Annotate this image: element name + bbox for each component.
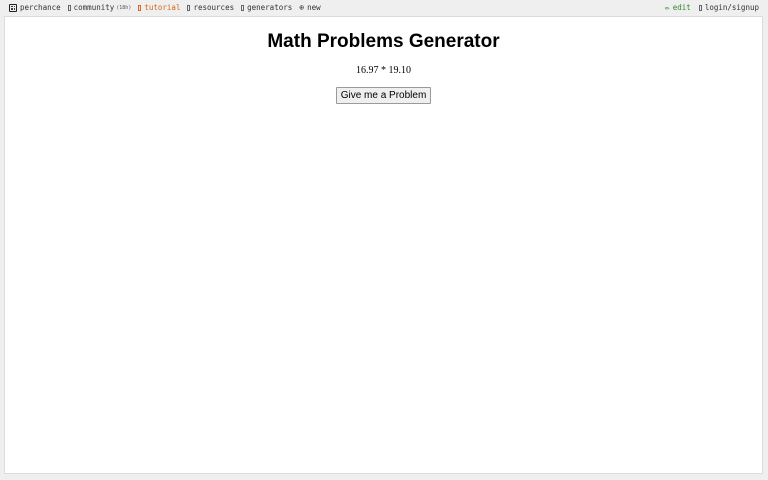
nav-tutorial-label: tutorial: [144, 3, 181, 12]
generator-output-frame: Math Problems Generator 16.97 * 19.10 Gi…: [4, 16, 763, 474]
nav-edit-link[interactable]: ✏ edit: [665, 3, 691, 12]
nav-community-label: community: [73, 3, 115, 12]
page-title: Math Problems Generator: [267, 31, 500, 52]
nav-login-link[interactable]: login/signup: [698, 3, 759, 12]
top-navigation-bar: perchance community (18h) tutorial resou…: [0, 0, 768, 17]
dice-icon: [9, 3, 17, 12]
math-problem-text: 16.97 * 19.10: [356, 65, 411, 76]
nav-home-link[interactable]: perchance: [9, 3, 61, 12]
nav-brand-label: perchance: [20, 3, 61, 12]
give-problem-button[interactable]: Give me a Problem: [335, 87, 432, 104]
community-badge: (18h): [116, 4, 132, 11]
nav-new-label: new: [307, 3, 321, 12]
nav-new-link[interactable]: ⊕ new: [299, 3, 320, 12]
nav-resources-label: resources: [193, 3, 235, 12]
nav-left-group: perchance community (18h) tutorial resou…: [9, 3, 328, 12]
nav-right-group: ✏ edit login/signup: [657, 3, 759, 12]
user-icon: [698, 4, 702, 11]
nav-generators-link[interactable]: generators: [241, 3, 292, 12]
nav-community-link[interactable]: community (18h): [67, 3, 132, 12]
resources-icon: [187, 4, 191, 11]
chat-icon: [67, 4, 71, 11]
nav-tutorial-link[interactable]: tutorial: [138, 3, 180, 12]
book-icon: [138, 4, 142, 11]
nav-resources-link[interactable]: resources: [187, 3, 234, 12]
plus-circle-icon: ⊕: [299, 2, 305, 12]
nav-edit-label: edit: [672, 3, 691, 12]
pencil-icon: ✏: [664, 2, 670, 12]
nav-login-label: login/signup: [704, 3, 759, 12]
generators-icon: [241, 4, 245, 11]
nav-generators-label: generators: [247, 3, 293, 12]
button-container: Give me a Problem: [5, 85, 762, 104]
